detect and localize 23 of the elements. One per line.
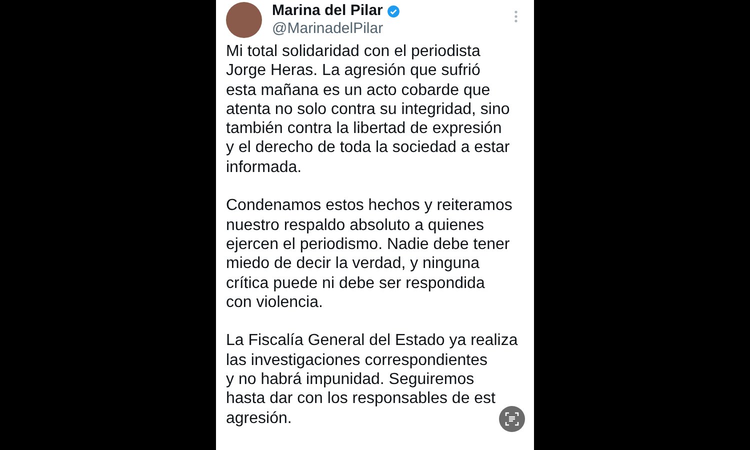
- text-line: las investigaciones correspondientes: [226, 350, 488, 370]
- author-name[interactable]: Marina del Pilar: [272, 2, 383, 20]
- text-line: La Fiscalía General del Estado ya realiza: [226, 331, 518, 351]
- text-line: Condenamos estos hechos y reiteramos: [226, 196, 512, 216]
- author-handle[interactable]: @MarinadelPilar: [272, 20, 400, 38]
- text-line: con violencia.: [226, 292, 323, 312]
- text-line: miedo de decir la verdad, y ninguna: [226, 254, 480, 274]
- text-line: Mi total solidaridad con el periodista: [226, 42, 480, 62]
- text-line: hasta dar con los responsables de est: [226, 389, 496, 409]
- text-line: también contra la libertad de expresión: [226, 119, 502, 138]
- text-line: esta mañana es un acto cobarde que: [226, 80, 490, 100]
- text-line: nuestro respaldo absoluto a quienes: [226, 216, 484, 235]
- text-line: y no habrá impunidad. Seguiremos: [226, 370, 474, 390]
- text-scan-icon: [505, 412, 519, 426]
- text-line: agresión.: [226, 408, 292, 428]
- text-line: crítica puede ni debe ser respondida: [226, 274, 485, 293]
- text-line: y el derecho de toda la sociedad a estar: [226, 138, 510, 158]
- text-line: atenta no solo contra su integridad, sino: [226, 100, 510, 120]
- avatar[interactable]: [226, 2, 262, 38]
- text-line: ejercen el periodismo. Nadie debe tener: [226, 234, 510, 254]
- text-line: informada.: [226, 158, 302, 178]
- scan-text-button[interactable]: [499, 406, 525, 432]
- text-line: Jorge Heras. La agresión que sufrió: [226, 61, 480, 81]
